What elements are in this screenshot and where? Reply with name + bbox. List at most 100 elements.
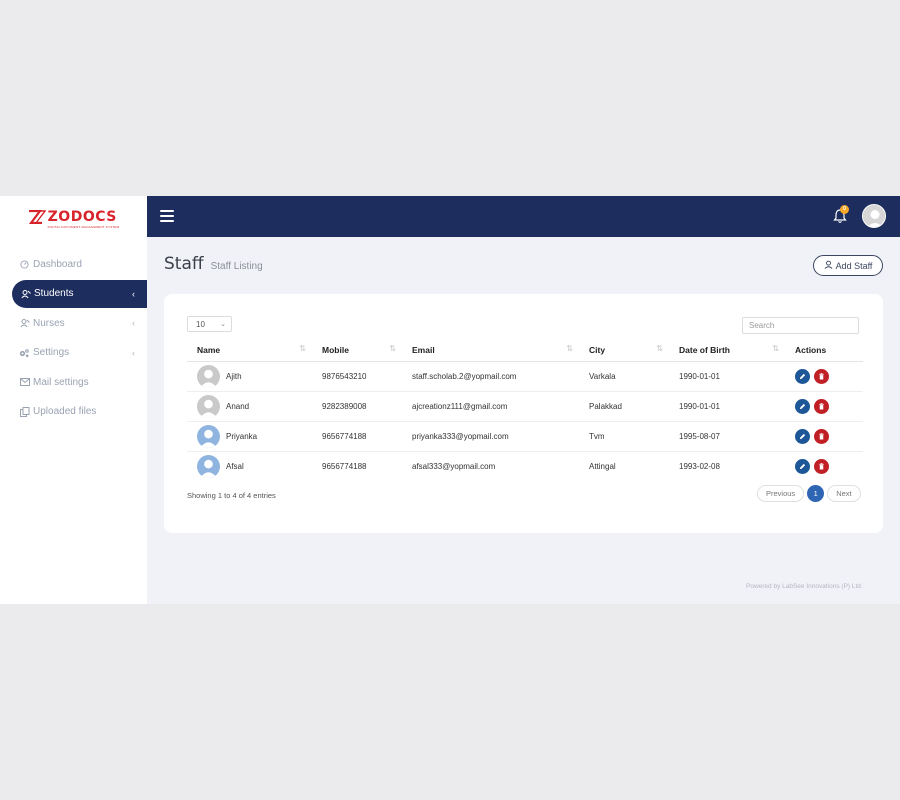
sidebar-item-nurses[interactable]: Nurses ‹ xyxy=(0,309,147,337)
pagination-page-1[interactable]: 1 xyxy=(807,485,825,502)
trash-icon xyxy=(819,402,824,409)
staff-email: ajcreationz111@gmail.com xyxy=(402,391,579,422)
table-row: Afsal 9656774188 afsal333@yopmail.com At… xyxy=(187,451,863,481)
staff-table-card: 10 ⌄ Name⇅ Mobile⇅ Email⇅ City⇅ Date of … xyxy=(164,294,883,533)
logo[interactable]: ZODOCS DIGITAL DOCUMENT MANAGEMENT SYSTE… xyxy=(0,196,147,238)
staff-mobile: 9656774188 xyxy=(322,461,367,471)
delete-button[interactable] xyxy=(814,458,829,474)
column-header-dob[interactable]: Date of Birth ⇅ xyxy=(669,339,785,362)
staff-table: Name ⇅ Mobile ⇅ Email ⇅ City ⇅ Date of Birth… xyxy=(187,339,863,481)
table-header-row: Name ⇅ Mobile ⇅ Email ⇅ City ⇅ Date of Birth… xyxy=(187,339,863,362)
column-header-mobile[interactable]: Mobile ⇅ xyxy=(312,339,402,362)
chevron-down-icon: ⌄ xyxy=(220,321,226,328)
avatar xyxy=(197,394,220,418)
staff-email: priyanka333@yopmail.com xyxy=(402,421,579,452)
staff-dob: 1993-02-08 xyxy=(679,461,720,471)
staff-name: Afsal xyxy=(226,461,244,471)
pencil-icon xyxy=(799,433,806,439)
pagination: Previous 1 Next xyxy=(757,485,861,502)
logo-mark-icon xyxy=(28,210,46,224)
staff-mobile: 9282389008 xyxy=(312,391,402,422)
staff-dob: 1990-01-01 xyxy=(669,391,785,422)
staff-mobile: 9656774188 xyxy=(312,421,402,452)
pagination-previous-button[interactable]: Previous xyxy=(757,485,805,502)
table-info: Showing 1 to 4 of 4 entries xyxy=(187,491,276,500)
page-length-select[interactable]: 10 ⌄ xyxy=(187,316,232,332)
edit-button[interactable] xyxy=(795,428,810,444)
user-add-icon xyxy=(824,260,833,271)
page-length-value: 10 xyxy=(196,319,205,329)
top-bar: 0 xyxy=(147,196,900,237)
table-row: Ajith 9876543210 staff.scholab.2@yopmail… xyxy=(187,361,863,392)
sidebar-item-label: Nurses xyxy=(33,317,65,329)
logo-tagline: DIGITAL DOCUMENT MANAGEMENT SYSTEM xyxy=(47,225,120,229)
gears-icon xyxy=(19,348,30,358)
search-input[interactable] xyxy=(742,317,859,334)
sidebar: ZODOCS DIGITAL DOCUMENT MANAGEMENT SYSTE… xyxy=(0,196,147,604)
user-avatar[interactable] xyxy=(862,204,886,228)
page-header: Staff Staff Listing xyxy=(164,254,263,274)
notification-count-badge: 0 xyxy=(840,205,849,214)
staff-name: Anand xyxy=(226,401,250,411)
files-icon xyxy=(19,406,30,417)
menu-toggle-icon[interactable] xyxy=(160,210,174,222)
staff-email: afsal333@yopmail.com xyxy=(412,461,496,471)
column-header-city[interactable]: City ⇅ xyxy=(579,339,669,362)
sidebar-item-dashboard[interactable]: Dashboard xyxy=(0,250,147,278)
add-staff-button[interactable]: Add Staff xyxy=(813,255,883,276)
sidebar-item-settings[interactable]: Settings ‹ xyxy=(0,339,147,367)
trash-icon xyxy=(819,432,824,439)
sidebar-item-label: Mail settings xyxy=(33,376,89,388)
sidebar-item-uploaded-files[interactable]: Uploaded files xyxy=(0,398,147,426)
sidebar-item-students[interactable]: Students ‹ xyxy=(12,279,147,308)
sidebar-item-mail-settings[interactable]: Mail settings xyxy=(0,368,147,396)
avatar xyxy=(197,454,220,478)
column-header-name[interactable]: Name ⇅ xyxy=(187,339,312,362)
add-staff-label: Add Staff xyxy=(835,260,873,271)
pagination-next-button[interactable]: Next xyxy=(827,485,861,502)
sidebar-item-label: Uploaded files xyxy=(33,406,97,418)
staff-mobile: 9876543210 xyxy=(312,361,402,392)
main-content: 0 Staff Staff Listing Add Staff 10 ⌄ Sea… xyxy=(147,196,900,604)
staff-city: Varkala xyxy=(579,361,669,392)
logo-text: ZODOCS xyxy=(47,209,117,225)
app-frame: ZODOCS DIGITAL DOCUMENT MANAGEMENT SYSTE… xyxy=(0,196,900,604)
sidebar-item-label: Students xyxy=(34,288,74,300)
delete-button[interactable] xyxy=(814,398,829,414)
chevron-left-icon: ‹ xyxy=(132,347,135,358)
sidebar-nav: Dashboard Students ‹ Nurses ‹ Settings ‹… xyxy=(0,250,147,428)
avatar xyxy=(197,364,220,388)
staff-city: Palakkad xyxy=(579,391,669,422)
staff-city: Tvm xyxy=(579,421,669,452)
column-header-email[interactable]: Email ⇅ xyxy=(402,339,579,362)
table-row: Priyanka 9656774188 priyanka333@yopmail.… xyxy=(187,421,863,452)
students-icon xyxy=(20,289,31,299)
page-subtitle: Staff Listing xyxy=(210,261,263,272)
footer-credit: Powered by LabSee Innovations (P) Ltd. xyxy=(746,583,863,590)
staff-email: staff.scholab.2@yopmail.com xyxy=(402,361,579,392)
edit-button[interactable] xyxy=(795,458,810,474)
staff-city: Attingal xyxy=(589,461,616,471)
table-row: Anand 9282389008 ajcreationz111@gmail.co… xyxy=(187,391,863,422)
sidebar-item-label: Settings xyxy=(33,347,70,359)
delete-button[interactable] xyxy=(814,428,829,444)
pencil-icon xyxy=(799,373,806,379)
delete-button[interactable] xyxy=(814,368,829,384)
sort-icon: ⇅ xyxy=(299,344,306,353)
staff-dob: 1990-01-01 xyxy=(669,361,785,392)
mail-icon xyxy=(19,378,30,387)
staff-name: Ajith xyxy=(226,371,242,381)
staff-name: Priyanka xyxy=(226,431,258,441)
page-title: Staff xyxy=(164,254,204,274)
edit-button[interactable] xyxy=(795,368,810,384)
avatar xyxy=(197,424,220,448)
edit-button[interactable] xyxy=(795,398,810,414)
sort-icon: ⇅ xyxy=(389,344,396,353)
chevron-left-icon: ‹ xyxy=(132,288,135,299)
trash-icon xyxy=(819,462,824,470)
trash-icon xyxy=(819,372,824,379)
column-header-actions: Actions xyxy=(785,339,863,362)
pencil-icon xyxy=(799,463,806,469)
sort-icon: ⇅ xyxy=(656,344,663,353)
sort-icon: ⇅ xyxy=(772,344,779,353)
